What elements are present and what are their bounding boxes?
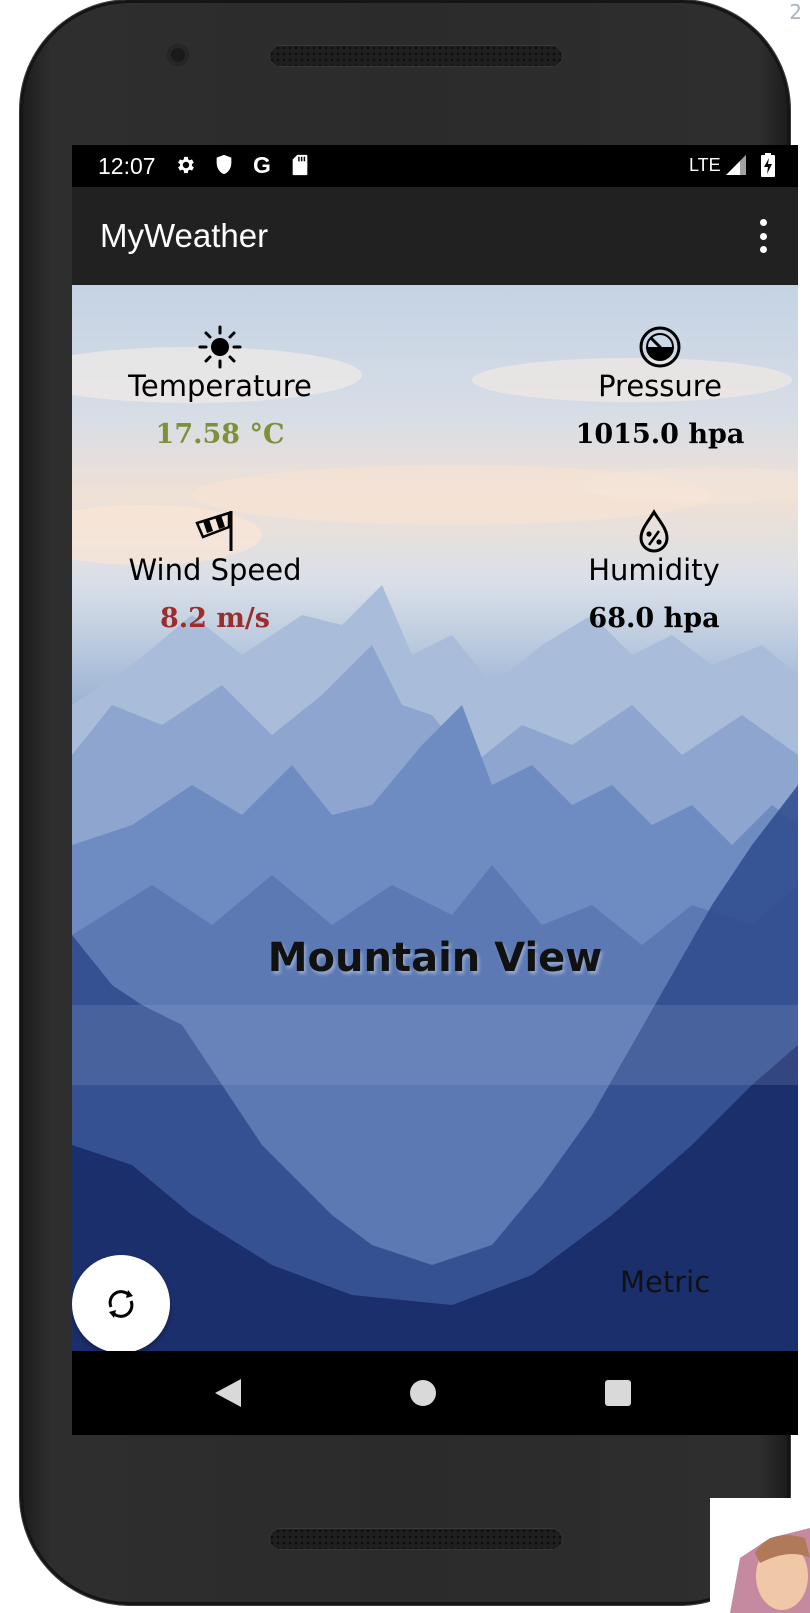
bottom-speaker — [269, 1528, 563, 1550]
gauge-icon — [639, 326, 681, 368]
wind-speed-label: Wind Speed — [128, 553, 302, 587]
back-icon[interactable] — [208, 1373, 248, 1413]
phone-screen: 12:07 G LTE MyWeather Temperature 17.58 … — [72, 145, 798, 1435]
windsock-icon — [195, 511, 233, 551]
pressure-panel: Pressure 1015.0 hpa — [560, 325, 760, 450]
battery-icon — [756, 153, 780, 177]
network-type: LTE — [689, 155, 721, 175]
front-camera — [167, 44, 189, 66]
humidity-value: 68.0 hpa — [588, 603, 720, 634]
signal-icon — [724, 153, 748, 177]
system-nav-bar — [72, 1351, 798, 1435]
pressure-value: 1015.0 hpa — [575, 419, 745, 450]
humidity-drop-icon — [639, 509, 669, 553]
weather-content: Temperature 17.58 °C Pressure 1015.0 hpa — [72, 285, 798, 1351]
shield-icon — [212, 153, 236, 177]
recents-icon[interactable] — [598, 1373, 638, 1413]
home-icon[interactable] — [403, 1373, 443, 1413]
humidity-panel: Humidity 68.0 hpa — [554, 509, 754, 634]
phone-frame: 12:07 G LTE MyWeather Temperature 17.58 … — [20, 0, 798, 1605]
refresh-button[interactable] — [72, 1255, 170, 1351]
refresh-icon — [108, 1290, 134, 1318]
pressure-label: Pressure — [598, 369, 722, 403]
city-name: Mountain View — [267, 935, 603, 981]
google-icon: G — [253, 151, 271, 178]
wind-speed-value: 8.2 m/s — [159, 603, 270, 634]
app-bar: MyWeather — [72, 187, 798, 285]
sun-icon — [198, 325, 242, 369]
temperature-panel: Temperature 17.58 °C — [120, 325, 320, 450]
temperature-label: Temperature — [128, 369, 312, 403]
overflow-menu-icon[interactable] — [748, 219, 778, 253]
corner-photo — [710, 1498, 810, 1613]
temperature-value: 17.58 °C — [155, 419, 285, 450]
gear-icon — [174, 153, 198, 177]
app-title: MyWeather — [100, 217, 269, 254]
sd-card-icon — [288, 153, 312, 177]
corner-page-number: 2 — [789, 0, 802, 24]
units-toggle[interactable]: Metric — [620, 1265, 710, 1299]
humidity-label: Humidity — [588, 553, 720, 587]
status-time: 12:07 — [98, 153, 156, 179]
earpiece-speaker — [269, 45, 563, 67]
wind-panel: Wind Speed 8.2 m/s — [115, 509, 315, 634]
status-bar: 12:07 G LTE — [72, 145, 798, 187]
